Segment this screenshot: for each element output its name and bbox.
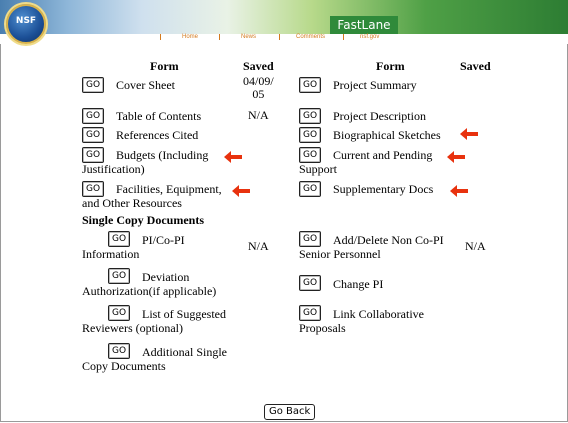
references-cited-label: References Cited	[116, 128, 199, 142]
form-column-header-right: Form	[376, 59, 405, 73]
link-collaborative-label-line1: Link Collaborative	[333, 307, 424, 321]
saved-column-header-right: Saved	[460, 59, 491, 73]
non-copi-saved: N/A	[465, 239, 486, 253]
nav-news-link[interactable]: News	[241, 34, 256, 40]
required-arrow-icon	[450, 185, 468, 197]
additional-single-copy-label-line2: Copy Documents	[82, 359, 166, 373]
nav-divider	[343, 34, 344, 40]
project-summary-label: Project Summary	[333, 78, 417, 92]
non-copi-label-line1: Add/Delete Non Co-PI	[333, 233, 444, 247]
pi-info-label-line2: Information	[82, 247, 140, 261]
go-button-supplementary-docs[interactable]: GO	[299, 181, 322, 197]
single-copy-heading: Single Copy Documents	[82, 213, 205, 227]
change-pi-label: Change PI	[333, 277, 384, 291]
current-pending-label-line1: Current and Pending	[333, 148, 433, 162]
form-column-header: Form	[150, 59, 179, 73]
go-button-cover-sheet[interactable]: GO	[82, 77, 105, 93]
required-arrow-icon	[460, 128, 478, 140]
nav-home-link[interactable]: Home	[182, 34, 198, 40]
go-button-suggested-reviewers[interactable]: GO	[108, 305, 131, 321]
go-button-project-description[interactable]: GO	[299, 108, 322, 124]
table-of-contents-label: Table of Contents	[116, 109, 202, 123]
supplementary-docs-label: Supplementary Docs	[333, 182, 434, 196]
additional-single-copy-label-line1: Additional Single	[142, 345, 227, 359]
nsf-logo-text: NSF	[15, 16, 37, 26]
facilities-label-line1: Facilities, Equipment,	[116, 182, 222, 196]
budgets-label-line1: Budgets (Including	[116, 148, 209, 162]
banner-background	[0, 0, 568, 34]
go-button-non-copi[interactable]: GO	[299, 231, 322, 247]
current-pending-label-line2: Support	[299, 162, 338, 176]
suggested-reviewers-label-line2: Reviewers (optional)	[82, 321, 183, 335]
go-button-references-cited[interactable]: GO	[82, 127, 105, 143]
nav-divider	[160, 34, 161, 40]
non-copi-label-line2: Senior Personnel	[299, 247, 381, 261]
go-button-link-collaborative[interactable]: GO	[299, 305, 322, 321]
go-button-deviation[interactable]: GO	[108, 268, 131, 284]
saved-column-header: Saved	[243, 59, 274, 73]
pi-info-label-line1: PI/Co-PI	[142, 233, 185, 247]
required-arrow-icon	[232, 185, 250, 197]
fastlane-banner: NSF FastLane Home News Comments nsf.gov	[0, 0, 568, 46]
nav-comments-link[interactable]: Comments	[296, 34, 325, 40]
pi-info-saved: N/A	[248, 239, 269, 253]
nav-divider	[279, 34, 280, 40]
link-collaborative-label-line2: Proposals	[299, 321, 346, 335]
suggested-reviewers-label-line1: List of Suggested	[142, 307, 226, 321]
nav-bar	[0, 34, 568, 44]
go-button-pi-info[interactable]: GO	[108, 231, 131, 247]
required-arrow-icon	[447, 151, 465, 163]
go-button-current-pending[interactable]: GO	[299, 147, 322, 163]
go-button-table-of-contents[interactable]: GO	[82, 108, 105, 124]
required-arrow-icon	[224, 151, 242, 163]
go-back-button[interactable]: Go Back	[264, 404, 316, 420]
go-button-additional-single-copy[interactable]: GO	[108, 343, 131, 359]
nav-divider	[219, 34, 220, 40]
project-description-label: Project Description	[333, 109, 426, 123]
facilities-label-line2: and Other Resources	[82, 196, 182, 210]
go-button-biographical-sketches[interactable]: GO	[299, 127, 322, 143]
budgets-label-line2: Justification)	[82, 162, 145, 176]
deviation-label-line1: Deviation	[142, 270, 190, 284]
fastlane-brand: FastLane	[330, 16, 398, 34]
deviation-label-line2: Authorization(if applicable)	[82, 284, 217, 298]
biographical-sketches-label: Biographical Sketches	[333, 128, 441, 142]
table-of-contents-saved: N/A	[248, 108, 269, 122]
go-button-change-pi[interactable]: GO	[299, 275, 322, 291]
cover-sheet-label: Cover Sheet	[116, 78, 175, 92]
cover-sheet-saved-date: 04/09/ 05	[243, 74, 274, 101]
go-button-budgets[interactable]: GO	[82, 147, 105, 163]
go-button-project-summary[interactable]: GO	[299, 77, 322, 93]
nav-nsfgov-link[interactable]: nsf.gov	[360, 34, 379, 40]
go-button-facilities[interactable]: GO	[82, 181, 105, 197]
